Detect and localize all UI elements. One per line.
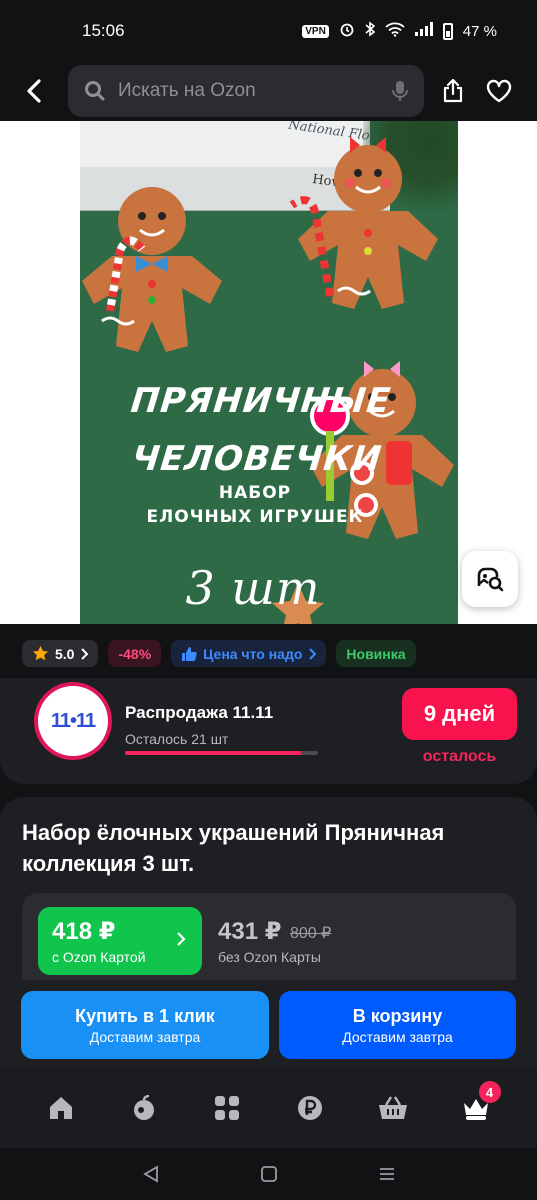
- sale-logo: 11•11: [38, 686, 108, 756]
- add-to-cart-label: В корзину: [352, 1005, 443, 1026]
- ruble-icon: [297, 1096, 322, 1120]
- days-left-badge: 9 дней: [402, 688, 517, 740]
- bottom-navigation: 4: [0, 1068, 537, 1148]
- discount-value: -48%: [118, 645, 152, 662]
- system-recents-icon[interactable]: [378, 1165, 396, 1183]
- share-icon: [443, 79, 463, 103]
- stock-remaining: Осталось 21 шт: [125, 731, 229, 747]
- rating-badge[interactable]: 5.0: [22, 640, 99, 667]
- sale-title: Распродажа 11.11: [125, 703, 274, 722]
- system-back-icon[interactable]: [142, 1165, 160, 1183]
- back-button[interactable]: [0, 62, 68, 120]
- nav-home[interactable]: [36, 1083, 86, 1133]
- fresh-icon: [134, 1095, 155, 1120]
- regular-price: 431 ₽: [218, 918, 282, 945]
- buy-one-click-label: Купить в 1 клик: [75, 1005, 215, 1026]
- chevron-right-icon: [309, 647, 317, 660]
- product-info-card: Набор ёлочных украшений Пряничная коллек…: [0, 797, 537, 997]
- star-icon: [32, 645, 49, 661]
- stock-progress-bar: [125, 751, 318, 755]
- price-tag-label: Цена что надо: [203, 645, 303, 662]
- buy-delivery-label: Доставим завтра: [89, 1028, 201, 1045]
- cart-delivery-label: Доставим завтра: [342, 1028, 453, 1045]
- nav-cart[interactable]: [368, 1083, 418, 1133]
- product-image: National Flower How Irelan: [80, 121, 458, 624]
- basket-icon: [378, 1096, 407, 1119]
- nav-catalog[interactable]: [202, 1083, 252, 1133]
- search-placeholder: Искать на Ozon: [118, 80, 256, 101]
- microphone-icon[interactable]: [392, 80, 408, 102]
- sale-banner[interactable]: 11•11 Распродажа 11.11 Осталось 21 шт 9 …: [0, 678, 537, 784]
- chevron-right-icon: [81, 647, 89, 660]
- image-search-button[interactable]: [462, 551, 518, 607]
- add-to-cart-button[interactable]: В корзину Доставим завтра: [279, 991, 516, 1059]
- nav-fresh[interactable]: [119, 1083, 169, 1133]
- bluetooth-icon: [365, 21, 376, 41]
- nav-finance[interactable]: [285, 1083, 335, 1133]
- product-image-gallery[interactable]: National Flower How Irelan: [0, 121, 537, 624]
- sale-logo-text: 11•11: [50, 709, 96, 732]
- home-icon: [50, 1097, 73, 1119]
- chevron-right-icon: [177, 932, 186, 946]
- nav-profile[interactable]: 4: [451, 1081, 501, 1133]
- rating-value: 5.0: [55, 645, 75, 662]
- hero-subtitle-line-2: ЕЛОЧНЫХ ИГРУШЕК: [146, 507, 364, 527]
- hero-title-line-2: ЧЕЛОВЕЧКИ: [130, 439, 384, 479]
- system-navigation: [0, 1148, 537, 1200]
- status-time: 15:06: [82, 21, 125, 40]
- gingerbread-cookie-1: [82, 187, 222, 352]
- hero-quantity-text: 3 шт: [185, 561, 321, 615]
- regular-price-label: без Ozon Карты: [218, 949, 321, 965]
- alarm-icon: [339, 21, 355, 41]
- search-icon: [85, 81, 105, 101]
- stock-progress-fill: [125, 751, 301, 755]
- action-bar: Купить в 1 клик Доставим завтра В корзин…: [0, 980, 537, 1068]
- image-search-icon: [477, 567, 504, 592]
- hero-subtitle-line-1: НАБОР: [218, 483, 292, 503]
- old-price: 800 ₽: [290, 925, 332, 942]
- days-left-value: 9 дней: [423, 701, 496, 726]
- buy-one-click-button[interactable]: Купить в 1 клик Доставим завтра: [21, 991, 269, 1059]
- status-icons: VPN 47 %: [302, 21, 497, 41]
- back-arrow-icon: [27, 79, 41, 103]
- discount-badge: -48%: [108, 640, 162, 667]
- ozon-card-price: 418 ₽: [52, 918, 116, 945]
- ozon-card-price-label: с Ozon Картой: [52, 949, 146, 965]
- favorite-button[interactable]: [476, 62, 522, 120]
- catalog-icon: [215, 1096, 240, 1120]
- wifi-icon: [385, 22, 405, 41]
- system-home-icon[interactable]: [260, 1165, 278, 1183]
- status-bar: 15:06 VPN 47 %: [0, 0, 537, 62]
- battery-level: 47 %: [462, 22, 497, 40]
- new-label: Новинка: [346, 645, 406, 662]
- hero-title-line-1: ПРЯНИЧНЫЕ: [128, 381, 394, 421]
- screen: 15:06 VPN 47 % Искать на Ozon National F…: [0, 0, 537, 1200]
- days-left-label: осталось: [422, 748, 497, 765]
- notification-count-badge: 4: [478, 1081, 501, 1103]
- top-bar: Искать на Ozon: [0, 62, 537, 120]
- heart-icon: [486, 79, 512, 103]
- battery-icon: [442, 22, 453, 40]
- price-tag-badge[interactable]: Цена что надо: [171, 640, 327, 667]
- search-input[interactable]: Искать на Ozon: [68, 65, 424, 117]
- signal-icon: [414, 22, 433, 40]
- share-button[interactable]: [430, 62, 476, 120]
- product-title: Набор ёлочных украшений Пряничная коллек…: [22, 820, 445, 876]
- thumbs-up-icon: [182, 646, 197, 661]
- product-badges: 5.0 -48% Цена что надо Новинка: [22, 640, 416, 667]
- ozon-card-price-button[interactable]: 418 ₽ с Ozon Картой: [38, 907, 202, 975]
- gingerbread-cookies-illustration: [82, 137, 454, 624]
- new-badge: Новинка: [336, 640, 416, 667]
- vpn-icon: VPN: [302, 24, 329, 38]
